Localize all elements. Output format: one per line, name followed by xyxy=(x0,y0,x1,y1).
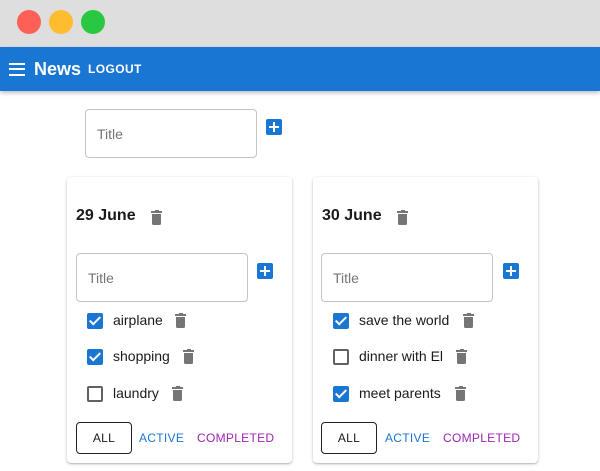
app-title: News xyxy=(34,58,82,79)
window-titlebar xyxy=(0,0,600,47)
delete-task-icon[interactable] xyxy=(463,313,474,328)
task-label: save the world xyxy=(359,312,450,328)
task-label: meet parents xyxy=(359,385,441,401)
task-checkbox[interactable] xyxy=(87,313,103,329)
add-task-button[interactable] xyxy=(503,263,519,279)
task-title-input[interactable]: Title xyxy=(321,253,493,302)
task-label: dinner with El xyxy=(359,348,444,364)
logout-button[interactable]: LOGOUT xyxy=(88,62,142,76)
task-title-input[interactable]: Title xyxy=(76,253,248,302)
add-task-button[interactable] xyxy=(257,263,273,279)
add-list-button[interactable] xyxy=(266,119,282,135)
minimize-window-button[interactable] xyxy=(49,10,73,34)
filter-all-button[interactable]: ALL xyxy=(321,422,377,454)
delete-list-icon[interactable] xyxy=(397,210,408,225)
filter-completed-button[interactable]: COMPLETED xyxy=(443,431,520,445)
filter-all-button[interactable]: ALL xyxy=(76,422,132,454)
todolist-card: 30 June Title save the world dinner with… xyxy=(313,177,538,463)
delete-list-icon[interactable] xyxy=(151,210,162,225)
task-checkbox[interactable] xyxy=(87,349,103,365)
task-checkbox[interactable] xyxy=(333,313,349,329)
filter-active-button[interactable]: ACTIVE xyxy=(385,431,430,445)
new-list-title-input[interactable]: Title xyxy=(85,109,257,158)
task-checkbox[interactable] xyxy=(87,386,103,402)
delete-task-icon[interactable] xyxy=(172,386,183,401)
todolist-card: 29 June Title airplane shopping laundry … xyxy=(67,177,292,463)
task-label: airplane xyxy=(113,312,163,328)
menu-icon[interactable] xyxy=(9,62,25,76)
close-window-button[interactable] xyxy=(17,10,41,34)
delete-task-icon[interactable] xyxy=(456,349,467,364)
task-checkbox[interactable] xyxy=(333,349,349,365)
list-title: 30 June xyxy=(322,207,382,224)
maximize-window-button[interactable] xyxy=(81,10,105,34)
filter-completed-button[interactable]: COMPLETED xyxy=(197,431,274,445)
task-label: shopping xyxy=(113,348,170,364)
task-checkbox[interactable] xyxy=(333,386,349,402)
delete-task-icon[interactable] xyxy=(183,349,194,364)
app-bar: News LOGOUT xyxy=(0,47,600,91)
list-title: 29 June xyxy=(76,207,136,224)
task-label: laundry xyxy=(113,385,159,401)
filter-active-button[interactable]: ACTIVE xyxy=(139,431,184,445)
delete-task-icon[interactable] xyxy=(175,313,186,328)
delete-task-icon[interactable] xyxy=(455,386,466,401)
